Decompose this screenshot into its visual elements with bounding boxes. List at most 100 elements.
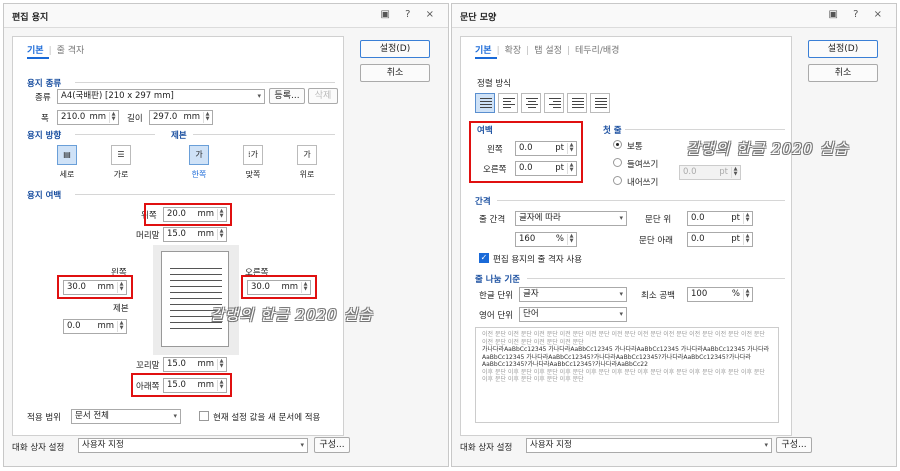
dialog-settings-select[interactable]: 사용자 지정 ▾ xyxy=(78,438,308,453)
watermark-text: 갈랭의 한글 2020 실습 xyxy=(210,306,374,324)
header-field[interactable]: 15.0 mm ▲ ▼ xyxy=(163,227,227,242)
content-panel: 기본 | 줄 격자 용지 종류 종류 A4(국배판) [210 x 297 mm] ▾… xyxy=(12,36,344,436)
para-below-label: 문단 아래 xyxy=(639,236,673,246)
dialog-title: 문단 모양 xyxy=(460,13,497,23)
apply-range-select[interactable]: 문서 전체 ▾ xyxy=(71,409,181,424)
paper-preview xyxy=(153,245,239,355)
width-field[interactable]: 210.0 mm ▲ ▼ xyxy=(57,110,119,125)
binding-top-icon[interactable]: 가 xyxy=(297,145,317,165)
delete-button[interactable]: 삭제 xyxy=(308,88,338,104)
section-line-break: 줄 나눔 기준 xyxy=(475,275,521,285)
line-grid-label: 편집 용지의 줄 격자 사용 xyxy=(493,255,583,265)
divider xyxy=(497,200,785,201)
divider xyxy=(193,134,335,135)
min-space-field[interactable]: 100% ▲ ▼ xyxy=(687,287,753,302)
apply-range-label: 적용 범위 xyxy=(27,413,61,423)
watermark-text: 갈랭의 한글 2020 실습 xyxy=(686,140,850,158)
section-first-line: 첫 줄 xyxy=(603,126,622,136)
gutter-field[interactable]: 0.0 mm ▲ ▼ xyxy=(63,319,127,334)
tab-basic[interactable]: 기본 xyxy=(475,46,492,56)
section-orientation: 용지 방향 xyxy=(27,131,62,141)
highlight-box xyxy=(57,275,133,299)
section-margin: 용지 여백 xyxy=(27,191,62,201)
align-justify-icon[interactable] xyxy=(475,93,495,113)
height-field[interactable]: 297.0 mm ▲ ▼ xyxy=(149,110,213,125)
page-setup-dialog: 편집 용지 ▣ ? × 기본 | 줄 격자 용지 종류 종류 A4(국배판) [21… xyxy=(3,3,449,467)
binding-facing-icon[interactable]: ⁞가 xyxy=(243,145,263,165)
title-controls[interactable]: ▣ ? × xyxy=(381,9,441,20)
height-label: 길이 xyxy=(127,114,143,124)
align-split-icon[interactable] xyxy=(590,93,610,113)
header-label: 머리말 xyxy=(136,231,160,241)
kind-label: 종류 xyxy=(35,93,51,103)
cancel-button[interactable]: 취소 xyxy=(360,64,430,82)
binding-facing-label: 맞쪽 xyxy=(245,170,261,179)
first-line-indent-label: 들여쓰기 xyxy=(627,160,659,170)
divider xyxy=(75,82,335,83)
footer-field[interactable]: 15.0 mm ▲ ▼ xyxy=(163,357,227,372)
korean-unit-select[interactable]: 글자 ▾ xyxy=(519,287,627,302)
first-line-outdent-radio[interactable] xyxy=(613,176,622,185)
line-spacing-select[interactable]: 글자에 따라 ▾ xyxy=(515,211,627,226)
align-left-icon[interactable] xyxy=(498,93,518,113)
align-distribute-icon[interactable] xyxy=(567,93,587,113)
dialog-settings-label: 대화 상자 설정 xyxy=(12,443,65,453)
tab-indicator xyxy=(475,57,497,59)
tab-line-grid[interactable]: 줄 격자 xyxy=(57,46,85,56)
portrait-label: 세로 xyxy=(59,170,75,179)
dialog-settings-label: 대화 상자 설정 xyxy=(460,443,513,453)
english-unit-select[interactable]: 단어 ▾ xyxy=(519,307,627,322)
width-label: 폭 xyxy=(41,114,49,124)
tab-basic[interactable]: 기본 xyxy=(27,46,44,56)
first-line-outdent-label: 내어쓰기 xyxy=(627,178,659,188)
title-bar: 문단 모양 ▣ ? × xyxy=(452,4,896,28)
portrait-icon[interactable]: ▤ xyxy=(57,145,77,165)
tab-tab-settings[interactable]: 탭 설정 xyxy=(534,46,562,56)
highlight-box xyxy=(144,203,232,226)
ok-button[interactable]: 설정(D) xyxy=(808,40,878,58)
configure-button[interactable]: 구성... xyxy=(314,437,350,453)
configure-button[interactable]: 구성... xyxy=(776,437,812,453)
align-center-icon[interactable] xyxy=(521,93,541,113)
first-line-value-field[interactable]: 0.0 pt ▲ ▼ xyxy=(679,165,741,180)
para-below-field[interactable]: 0.0 pt ▲ ▼ xyxy=(687,232,753,247)
section-paper-type: 용지 종류 xyxy=(27,79,62,89)
landscape-icon[interactable]: ☰ xyxy=(111,145,131,165)
dialog-title: 편집 용지 xyxy=(12,13,49,23)
divider xyxy=(625,129,785,130)
title-controls[interactable]: ▣ ? × xyxy=(829,9,889,20)
title-bar: 편집 용지 ▣ ? × xyxy=(4,4,448,28)
paper-kind-select[interactable]: A4(국배판) [210 x 297 mm] ▾ xyxy=(57,89,265,104)
page-preview xyxy=(161,251,229,347)
first-line-indent-radio[interactable] xyxy=(613,158,622,167)
preview-current-text: 가나다라AaBbCc12345 가나다라AaBbCc12345 가나다라AaBb… xyxy=(482,346,770,368)
binding-top-label: 위로 xyxy=(299,170,315,179)
gutter-label: 제본 xyxy=(113,304,129,314)
korean-unit-label: 한글 단위 xyxy=(479,291,513,301)
tab-bar: 기본 | 줄 격자 xyxy=(27,46,85,56)
tab-indicator xyxy=(27,57,49,59)
para-above-field[interactable]: 0.0 pt ▲ ▼ xyxy=(687,211,753,226)
line-spacing-percent-field[interactable]: 160% ▲ ▼ xyxy=(515,232,577,247)
landscape-label: 가로 xyxy=(113,170,129,179)
line-grid-checkbox[interactable]: ✓ xyxy=(479,253,489,263)
apply-new-doc-checkbox[interactable] xyxy=(199,411,209,421)
first-line-normal-radio[interactable] xyxy=(613,140,622,149)
preview-prev-text: 이전 문단 이전 문단 이전 문단 이전 문단 이전 문단 이전 문단 이전 문… xyxy=(482,331,765,346)
binding-one-side-icon[interactable]: 가 xyxy=(189,145,209,165)
paragraph-preview: 이전 문단 이전 문단 이전 문단 이전 문단 이전 문단 이전 문단 이전 문… xyxy=(475,327,779,423)
register-button[interactable]: 등록... xyxy=(269,88,305,104)
cancel-button[interactable]: 취소 xyxy=(808,64,878,82)
align-right-icon[interactable] xyxy=(544,93,564,113)
divider xyxy=(527,278,785,279)
english-unit-label: 영어 단위 xyxy=(479,311,513,321)
preview-next-text: 이후 문단 이후 문단 이후 문단 이후 문단 이후 문단 이후 문단 이후 문… xyxy=(482,368,765,384)
section-spacing: 간격 xyxy=(475,197,491,207)
ok-button[interactable]: 설정(D) xyxy=(360,40,430,58)
align-section-label: 정렬 방식 xyxy=(477,79,511,89)
binding-one-side-label: 한쪽 xyxy=(191,170,207,179)
tab-extended[interactable]: 확장 xyxy=(505,46,522,56)
highlight-box xyxy=(469,121,583,183)
dialog-settings-select[interactable]: 사용자 지정 ▾ xyxy=(526,438,772,453)
tab-border-bg[interactable]: 테두리/배경 xyxy=(575,46,619,56)
